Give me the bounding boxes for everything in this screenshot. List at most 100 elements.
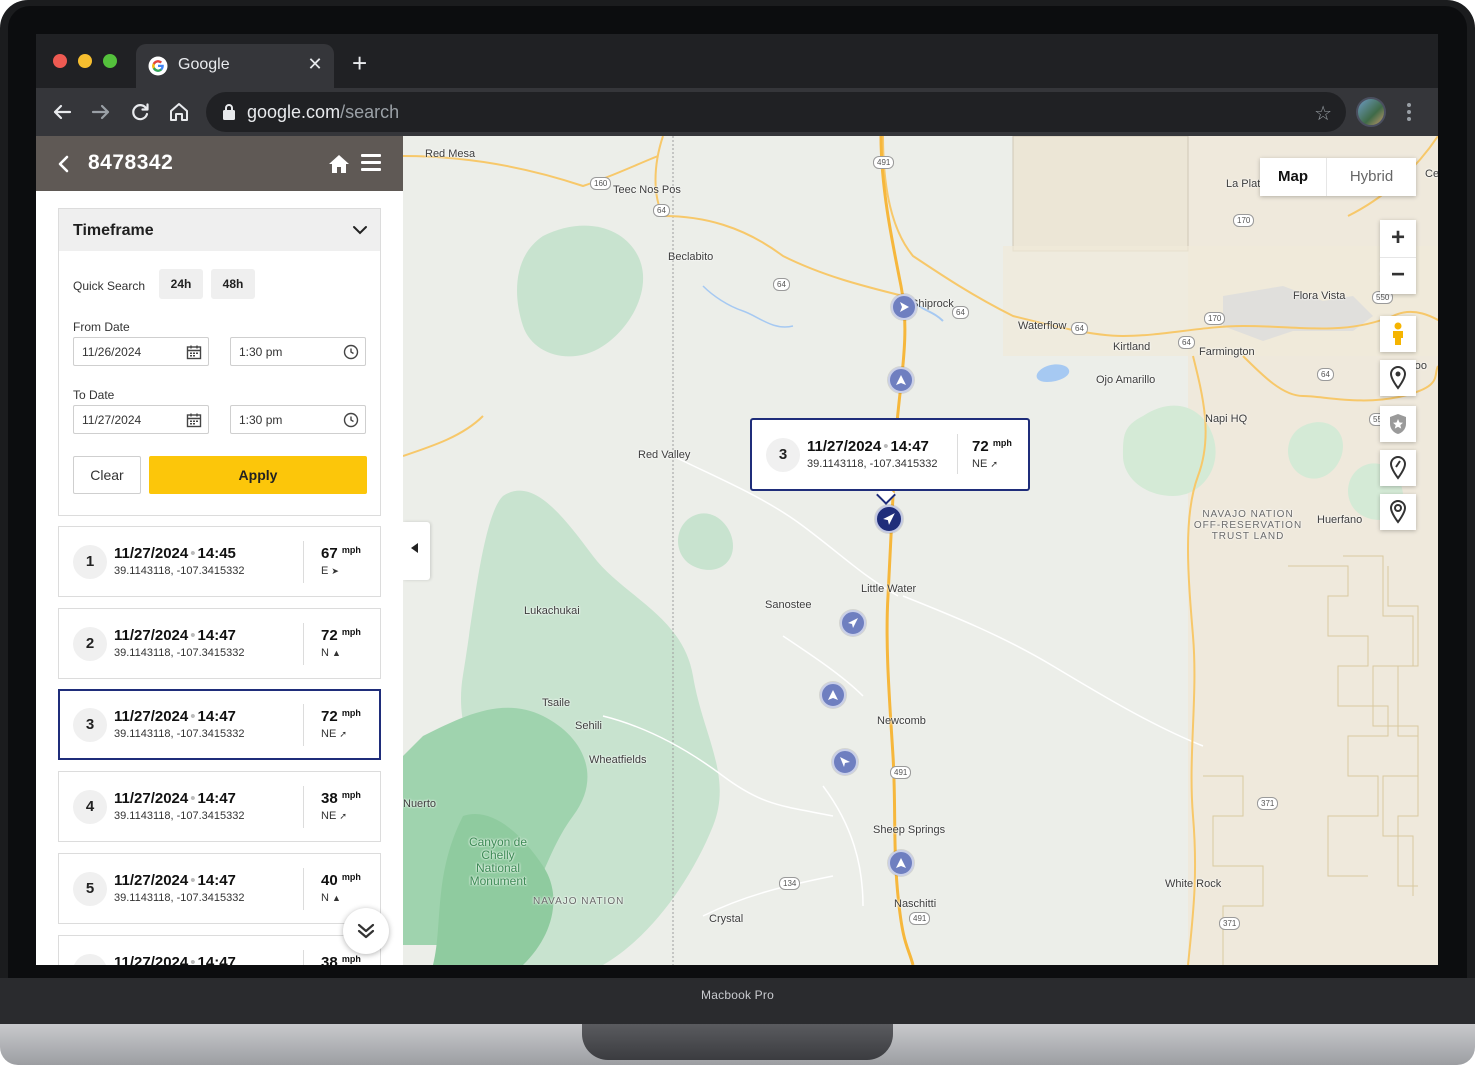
point-direction: N ▲ [321,892,341,904]
to-date-label: To Date [73,388,115,402]
browser-menu-icon[interactable] [1402,100,1416,124]
place-label: Lukachukai [524,605,580,617]
home-icon[interactable] [328,153,350,175]
to-time-field[interactable]: 1:30 pm [230,405,366,434]
map-type-map-button[interactable]: Map [1260,158,1327,196]
track-point-marker[interactable] [888,850,914,876]
point-direction: NE ➚ [321,728,347,740]
speed-unit: mph [341,708,361,718]
to-date-field[interactable]: 11/27/2024 [73,405,209,434]
url-host: google.com [247,102,341,122]
zoom-in-button[interactable]: + [1380,220,1416,256]
lock-icon [223,104,235,120]
address-bar[interactable]: google.com/search ☆ [206,92,1346,132]
sidebar-header: 8478342 [36,136,403,191]
window-close-button[interactable] [53,54,67,68]
track-point-card[interactable]: 5 11/27/2024 • 14:47 39.1143118, -107.3415… [58,853,381,924]
direction-arrow-icon: ➚ [339,729,347,739]
track-point-card-selected[interactable]: 3 11/27/2024 • 14:47 39.1143118, -107.3415… [58,689,381,760]
quick-search-label: Quick Search [73,279,146,293]
selected-track-point-marker[interactable] [875,505,903,533]
place-label: La Plat [1226,178,1261,190]
track-point-card[interactable]: 2 11/27/2024 • 14:47 39.1143118, -107.3415… [58,608,381,679]
home-icon[interactable] [165,98,193,126]
clock-icon[interactable] [343,344,359,360]
quick-search-24h-button[interactable]: 24h [159,269,203,299]
place-label: Teec Nos Pos [613,184,681,196]
map-pin-icon[interactable] [1380,360,1416,396]
calendar-icon[interactable] [186,344,202,360]
point-datetime: 11/27/2024 • 14:45 [114,545,236,562]
calendar-icon[interactable] [186,412,202,428]
point-time: 14:47 [197,708,236,725]
route-shield: 491 [873,156,895,169]
from-date-field[interactable]: 11/26/2024 [73,337,209,366]
zoom-out-button[interactable]: − [1380,257,1416,293]
police-badge-icon[interactable] [1380,406,1416,442]
map-type-hybrid-button[interactable]: Hybrid [1327,158,1416,196]
point-number: 2 [73,627,107,661]
point-speed: 72 mph [321,627,361,644]
route-shield: 64 [1178,336,1195,349]
quick-search-48h-button[interactable]: 48h [211,269,255,299]
browser-tab[interactable]: Google ✕ [136,44,334,88]
window-minimize-button[interactable] [78,54,92,68]
track-point-marker[interactable] [888,367,914,393]
place-label: Tsaile [542,697,571,709]
place-marker-icon[interactable] [1380,494,1416,530]
place-label: Nuerto [403,798,437,810]
back-chevron-icon[interactable] [54,153,74,175]
point-direction: N ▲ [321,647,341,659]
point-datetime: 11/27/2024 • 14:47 [807,438,929,455]
direction-arrow-icon: ➤ [331,566,339,576]
window-maximize-button[interactable] [103,54,117,68]
collapse-sidebar-button[interactable] [403,522,430,580]
forward-arrow-icon[interactable] [87,98,115,126]
clock-icon[interactable] [343,412,359,428]
direction-label: N [321,647,329,659]
place-label: Napi HQ [1205,413,1248,425]
track-point-marker[interactable] [891,294,917,320]
track-point-marker[interactable] [832,749,858,775]
back-arrow-icon[interactable] [48,98,76,126]
reload-icon[interactable] [126,98,154,126]
track-point-marker[interactable] [840,610,866,636]
point-number: 6 [73,954,107,965]
hamburger-menu-icon[interactable] [361,154,383,174]
street-view-pegman-icon[interactable] [1380,316,1416,352]
point-number: 4 [73,790,107,824]
track-point-card[interactable]: 1 11/27/2024 • 14:45 39.1143118, -107.3415… [58,526,381,597]
point-info-popup[interactable]: 3 11/27/2024 • 14:47 39.1143118, -107.3415… [750,418,1030,491]
point-date: 11/27/2024 [114,872,189,889]
from-time-field[interactable]: 1:30 pm [230,337,366,366]
track-point-card[interactable]: 4 11/27/2024 • 14:47 39.1143118, -107.3415… [58,771,381,842]
point-speed: 38 mph [321,790,361,807]
point-direction: NE ➚ [972,458,998,470]
map-view[interactable]: Red Mesa Teec Nos Pos Beclabito Shiprock… [403,136,1438,965]
location-marker-icon[interactable] [1380,450,1416,486]
bookmark-star-icon[interactable]: ☆ [1314,101,1332,126]
url-text: google.com/search [247,102,399,123]
tab-close-icon[interactable]: ✕ [304,54,326,75]
point-time: 14:45 [197,545,236,562]
double-chevron-down-icon [357,923,375,939]
apply-button[interactable]: Apply [149,456,367,494]
clear-button[interactable]: Clear [73,456,141,494]
track-point-card[interactable]: 6 11/27/2024•14:47 38 mph [58,935,381,965]
place-label: Beclabito [668,251,714,263]
place-label: Kirtland [1113,341,1151,353]
point-direction: NE ➚ [321,810,347,822]
timeframe-header[interactable]: Timeframe [59,209,380,251]
screen: Google ✕ + google.com/search ☆ Red Mesa … [36,34,1438,965]
point-datetime: 11/27/2024 • 14:47 [114,708,236,725]
track-point-marker[interactable] [820,682,846,708]
new-tab-button[interactable]: + [352,50,367,76]
point-speed: 40 mph [321,872,361,889]
vehicle-id-title: 8478342 [88,151,174,174]
point-date: 11/27/2024 [114,545,189,562]
scroll-down-button[interactable] [343,908,389,954]
point-time: 14:47 [197,872,236,889]
route-shield: 170 [1233,214,1255,227]
place-label: Newcomb [877,715,926,727]
profile-avatar[interactable] [1356,97,1386,127]
